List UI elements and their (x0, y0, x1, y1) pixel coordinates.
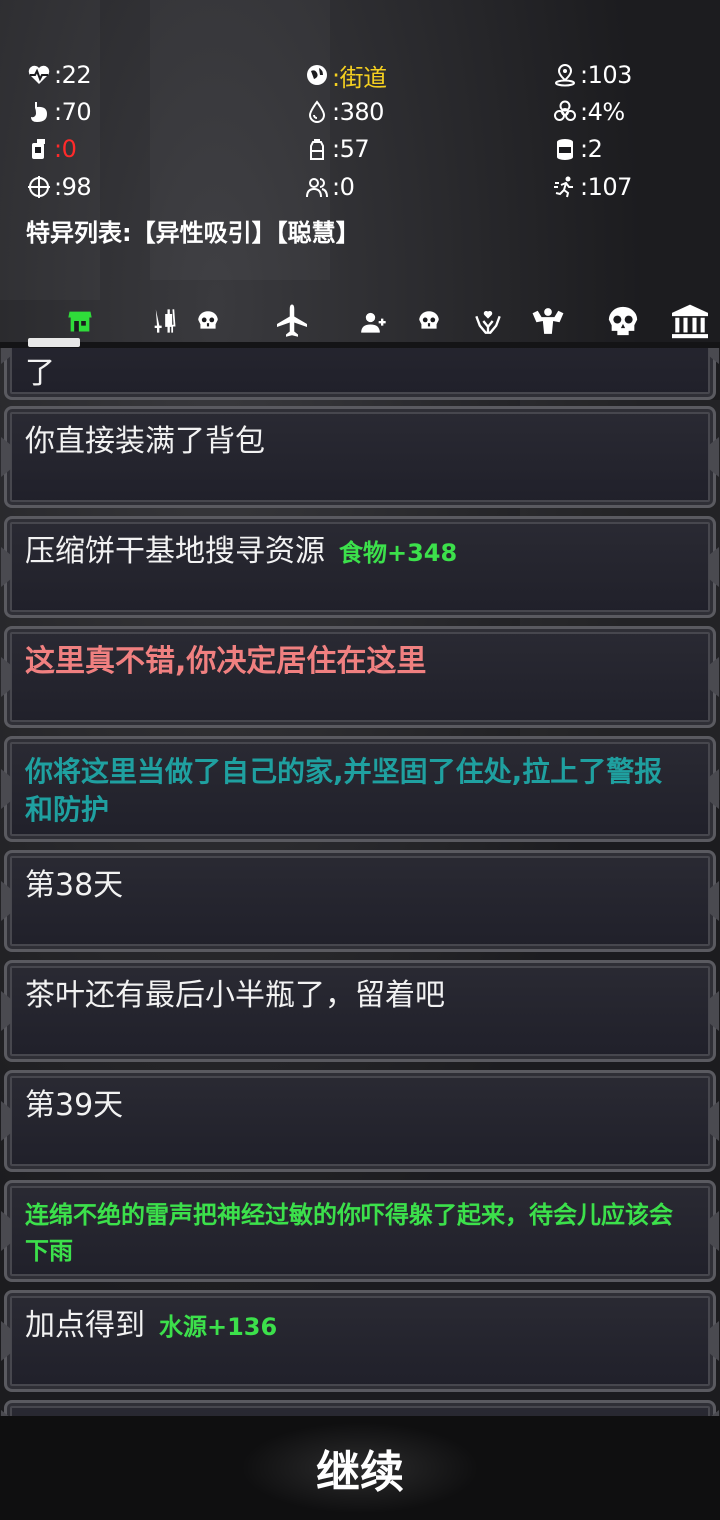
log-card: 加点得到 水源+136 (4, 1290, 716, 1392)
log-text: 了 (25, 356, 55, 391)
resource-gain: 食物+348 (339, 539, 458, 567)
water-stat: :380 (304, 97, 384, 127)
log-card (4, 1400, 716, 1416)
hunger-stat: :70 (26, 97, 92, 127)
health-stat: :22 (26, 60, 92, 90)
tab-zombies-3[interactable] (603, 304, 643, 338)
globe-icon (304, 62, 330, 88)
weapons-icon (150, 307, 178, 335)
skull-large-icon (605, 304, 641, 338)
water-drop-icon (304, 99, 330, 125)
tab-care[interactable] (472, 304, 504, 338)
continue-button[interactable]: 继续 (240, 1422, 480, 1514)
add-user-icon (360, 307, 388, 335)
running-icon (552, 174, 578, 200)
group-icon (304, 174, 330, 200)
bank-icon (670, 303, 710, 339)
log-text: 这里真不错,你决定居住在这里 (25, 644, 427, 679)
tab-training[interactable] (528, 304, 568, 338)
crosshair-icon (26, 174, 52, 200)
drink-can-icon (26, 136, 52, 162)
shop-icon (66, 307, 94, 335)
log-text: 茶叶还有最后小半瓶了，留着吧 (25, 978, 445, 1013)
biohazard-icon (552, 99, 578, 125)
strength-icon (530, 305, 566, 337)
log-text: 你直接装满了背包 (25, 424, 265, 459)
active-tab-indicator (28, 338, 80, 347)
log-card: 压缩饼干基地搜寻资源 食物+348 (4, 516, 716, 618)
event-log[interactable]: 了 你直接装满了背包 压缩饼干基地搜寻资源 食物+348 这里真不错,你决定居住在… (0, 348, 720, 1416)
can-icon (552, 136, 578, 162)
distance-stat: :103 (552, 60, 632, 90)
speed-stat: :107 (552, 172, 632, 202)
log-text: 连绵不绝的雷声把神经过敏的你吓得躲了起来，待会儿应该会下雨 (25, 1201, 673, 1265)
stats-panel: :22 :街道 :103 :70 :380 :4% :0 :57:2:98 … (0, 0, 720, 310)
log-card: 茶叶还有最后小半瓶了，留着吧 (4, 960, 716, 1062)
log-card: 这里真不错,你决定居住在这里 (4, 626, 716, 728)
log-card: 第39天 (4, 1070, 716, 1172)
tab-zombies-2[interactable] (413, 304, 445, 338)
log-card: 连绵不绝的雷声把神经过敏的你吓得躲了起来，待会儿应该会下雨 (4, 1180, 716, 1282)
infection-stat: :4% (552, 97, 625, 127)
resource-gain: 水源+136 (159, 1313, 278, 1341)
skull-small-icon (416, 308, 442, 334)
companions-stat: :0 (304, 172, 355, 202)
tab-travel[interactable] (272, 304, 312, 338)
log-text: 压缩饼干基地搜寻资源 食物+348 (25, 534, 458, 569)
location-stat: :街道 (304, 60, 387, 92)
drink-stat: :0 (26, 134, 77, 164)
log-text: 第38天 (25, 868, 124, 903)
plane-icon (274, 303, 310, 339)
tab-zombies-1[interactable] (192, 304, 224, 338)
log-card: 你将这里当做了自己的家,并坚固了住处,拉上了警报和防护 (4, 736, 716, 842)
log-text: 加点得到 水源+136 (25, 1308, 278, 1343)
heart-hand-icon (474, 307, 502, 335)
log-text: 你将这里当做了自己的家,并坚固了住处,拉上了警报和防护 (25, 755, 663, 826)
bottle-icon (304, 136, 330, 162)
log-card: 第38天 (4, 850, 716, 952)
aim-stat: :98 (26, 172, 92, 202)
traits-list: 特异列表:【异性吸引】【聪慧】 (26, 219, 360, 247)
log-card: 你直接装满了背包 (4, 406, 716, 508)
food-can-stat: :2 (552, 134, 603, 164)
log-text: 第39天 (25, 1088, 124, 1123)
tab-shop[interactable] (64, 304, 96, 338)
skull-small-icon (195, 308, 221, 334)
tab-recruit[interactable] (358, 304, 390, 338)
map-pin-icon (552, 62, 578, 88)
heartbeat-icon (26, 62, 52, 88)
tab-weapons[interactable] (148, 304, 180, 338)
stomach-icon (26, 99, 52, 125)
bottle-stat: :57 (304, 134, 370, 164)
log-card: 了 (4, 348, 716, 400)
tab-bank[interactable] (668, 303, 712, 339)
